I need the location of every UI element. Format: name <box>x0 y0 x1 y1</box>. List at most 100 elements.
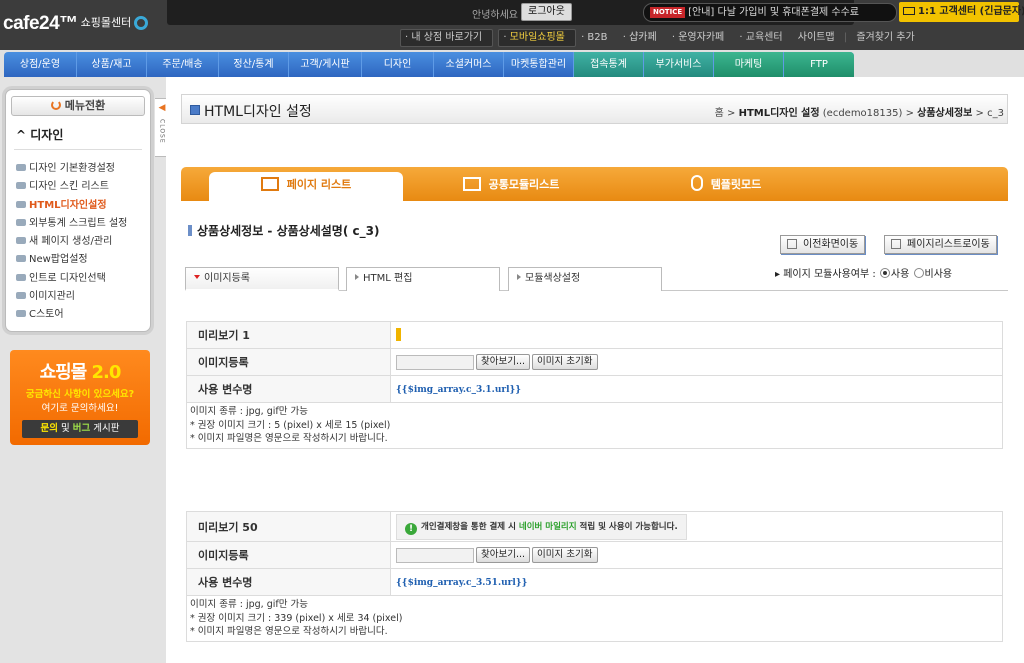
tab-template-mode[interactable]: 템플릿모드 <box>666 172 786 201</box>
page-list-button[interactable]: 페이지리스트로이동 <box>884 235 997 254</box>
preview-label: 미리보기 1 <box>186 321 391 349</box>
sidebar-item[interactable]: 이미지관리 <box>16 288 127 306</box>
link-bookmark[interactable]: 즐겨찾기 추가 <box>856 30 914 46</box>
preview-image: ! 개인결제창을 통한 결제 시 네이버 마일리지 적립 및 사용이 가능합니다. <box>396 513 687 540</box>
envelope-icon <box>903 7 915 15</box>
menu-icon <box>16 182 26 190</box>
support-banner[interactable]: 쇼핑몰 2.0 궁금하신 사항이 있으세요? 여기로 문의하세요! 문의 및 버… <box>10 350 150 445</box>
banner-line: 궁금하신 사항이 있으세요? <box>25 389 135 400</box>
top-bar: 안녕하세요 로그아웃 NOTICE [안내] 다날 가입비 및 휴대폰결제 수수료… <box>167 0 1024 25</box>
browse-button[interactable]: 찾아보기... <box>476 547 531 563</box>
link-sitemap[interactable]: 사이트맵 <box>798 30 835 46</box>
prev-screen-button[interactable]: 이전화면이동 <box>780 235 866 254</box>
gnb-item[interactable]: FTP <box>784 52 854 77</box>
global-nav: 상점/운영 상품/재고 주문/배송 정산/통계 고객/게시판 디자인 소셜커머스… <box>0 50 1024 77</box>
gnb-item[interactable]: 마케팅 <box>714 52 784 77</box>
notice-ticker[interactable]: NOTICE [안내] 다날 가입비 및 휴대폰결제 수수료 <box>643 3 897 22</box>
sidebar-item-active[interactable]: HTML디자인설정 <box>16 197 127 215</box>
menu-toggle-button[interactable]: 메뉴전환 <box>11 96 145 116</box>
gnb-item[interactable]: 상점/운영 <box>4 52 77 77</box>
section-title[interactable]: ^ 디자인 <box>16 126 63 143</box>
file-input[interactable] <box>396 354 474 370</box>
link-b2b[interactable]: · B2B <box>581 30 613 46</box>
gnb-item[interactable]: 소셜커머스 <box>434 52 504 77</box>
greeting-text: 안녕하세요 <box>472 10 518 21</box>
sidebar: 메뉴전환 ^ 디자인 디자인 기본환경설정 디자인 스킨 리스트 HTML디자인… <box>0 77 170 663</box>
sidebar-item[interactable]: 디자인 기본환경설정 <box>16 160 127 178</box>
info-icon: ! <box>405 522 417 535</box>
subtab-image-upload[interactable]: 이미지등록 <box>185 267 339 291</box>
book-icon <box>260 177 279 191</box>
gnb-item[interactable]: 고객/게시판 <box>289 52 362 77</box>
reset-image-button[interactable]: 이미지 초기화 <box>532 547 598 563</box>
tab-page-list[interactable]: 페이지 리스트 <box>209 172 403 201</box>
refresh-icon <box>50 100 61 110</box>
logo-subtitle: 쇼핑몰센터 <box>80 17 132 29</box>
section-title: 상품상세정보 - 상품상세설명( c_3) <box>188 222 379 239</box>
tab-common-modules[interactable]: 공통모듈리스트 <box>441 172 581 201</box>
banner-board-button[interactable]: 문의 및 버그 게시판 <box>22 420 138 438</box>
cafe24-logo[interactable]: cafe24™ 쇼핑몰센터 <box>3 13 149 35</box>
menu-icon <box>16 164 26 171</box>
gnb-item[interactable]: 접속통계 <box>574 52 644 77</box>
module-usage: ▸ 페이지 모듈사용여부 : 사용 비사용 <box>775 268 953 280</box>
upload-cell: 찾아보기... 이미지 초기화 <box>390 541 1003 569</box>
var-value: {{$img_array.c_3.1.url}} <box>396 384 522 395</box>
menu-icon <box>16 237 26 245</box>
link-mobile[interactable]: · 모바일쇼핑몰 <box>498 29 576 47</box>
gnb-item[interactable]: 디자인 <box>362 52 434 77</box>
sidebar-item[interactable]: 새 페이지 생성/관리 <box>16 233 127 251</box>
menu-icon <box>16 255 26 263</box>
triangle-right-icon <box>355 274 359 280</box>
link-admin-cafe[interactable]: · 운영자카페 <box>672 30 730 46</box>
reset-image-button[interactable]: 이미지 초기화 <box>532 354 598 370</box>
preview-cell: ! 개인결제창을 통한 결제 시 네이버 마일리지 적립 및 사용이 가능합니다. <box>390 511 1003 542</box>
preview-cell <box>390 321 1003 349</box>
image-notes: 이미지 종류 : jpg, gif만 가능 * 권장 이미지 크기 : 5 (pi… <box>186 402 1003 449</box>
radio-use[interactable] <box>879 268 890 278</box>
menu-icon <box>16 310 26 318</box>
side-menu: 메뉴전환 ^ 디자인 디자인 기본환경설정 디자인 스킨 리스트 HTML디자인… <box>5 89 151 332</box>
gnb-item[interactable]: 부가서비스 <box>644 52 714 77</box>
sidebar-item[interactable]: 인트로 디자인선택 <box>16 270 127 288</box>
section-marker <box>188 225 192 236</box>
triangle-right-icon <box>517 274 521 280</box>
subtab-module-color[interactable]: 모듈색상설정 <box>508 267 662 291</box>
logout-button[interactable]: 로그아웃 <box>521 3 572 21</box>
sidebar-item[interactable]: 외부통계 스크립트 설정 <box>16 215 127 233</box>
sidebar-item[interactable]: New팝업설정 <box>16 251 127 269</box>
sidebar-item[interactable]: C스토어 <box>16 306 127 324</box>
close-label: CLOSE <box>158 119 166 144</box>
radio-not-use[interactable] <box>913 268 924 278</box>
gnb-item[interactable]: 정산/통계 <box>219 52 289 77</box>
link-shop-cafe[interactable]: · 샵카페 <box>623 30 663 46</box>
link-my-shop[interactable]: · 내 상점 바로가기 <box>400 29 494 47</box>
callcenter-button[interactable]: 1:1 고객센터 (긴급문자) <box>899 2 1024 22</box>
menu-icon <box>16 273 26 281</box>
file-input[interactable] <box>396 547 474 563</box>
main-tabs: 페이지 리스트 공통모듈리스트 템플릿모드 <box>181 167 1008 201</box>
back-icon <box>787 239 797 249</box>
banner-line: 여기로 문의하세요! <box>41 403 119 414</box>
layout-icon <box>462 177 481 191</box>
page-title: HTML디자인 설정 <box>204 104 312 120</box>
triangle-down-icon <box>194 275 200 279</box>
browse-button[interactable]: 찾아보기... <box>476 354 531 370</box>
menu-toggle-label: 메뉴전환 <box>64 99 106 112</box>
var-label: 사용 변수명 <box>186 375 391 403</box>
sidebar-item[interactable]: 디자인 스킨 리스트 <box>16 178 127 196</box>
subtab-html-edit[interactable]: HTML 편집 <box>346 267 500 291</box>
link-edu[interactable]: · 교육센터 <box>739 30 788 46</box>
var-value: {{$img_array.c_3.51.url}} <box>396 577 528 588</box>
separator: | <box>843 32 848 43</box>
menu-icon <box>16 218 26 226</box>
gnb-item[interactable]: 주문/배송 <box>147 52 219 77</box>
list-icon <box>891 239 901 249</box>
upload-label: 이미지등록 <box>186 348 391 376</box>
upload-label: 이미지등록 <box>186 541 391 569</box>
upload-cell: 찾아보기... 이미지 초기화 <box>390 348 1003 376</box>
mouse-icon <box>690 175 703 191</box>
preview-image <box>396 328 401 341</box>
gnb-item[interactable]: 마켓통합관리 <box>504 52 574 77</box>
gnb-item[interactable]: 상품/재고 <box>77 52 147 77</box>
